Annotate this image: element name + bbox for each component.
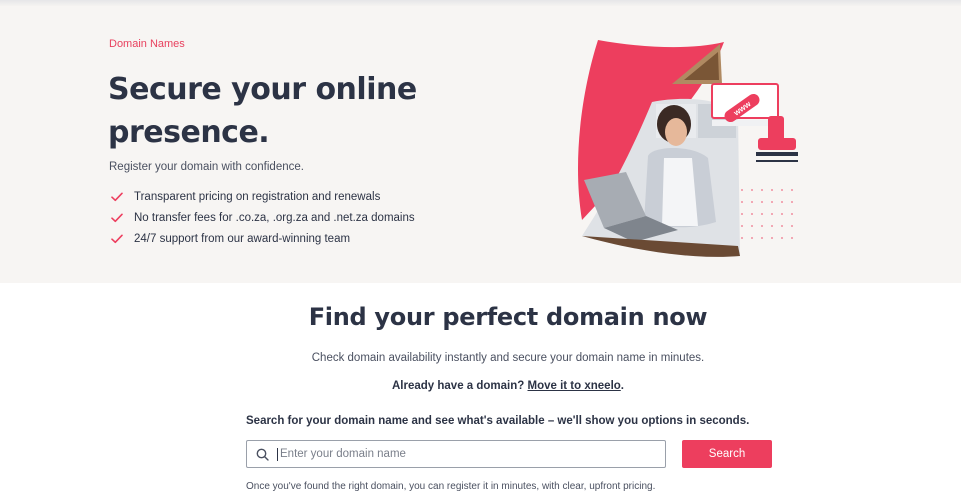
search-footnote: Once you've found the right domain, you … (246, 481, 656, 492)
transfer-link[interactable]: Move it to xneelo (528, 380, 621, 392)
feature-text: No transfer fees for .co.za, .org.za and… (134, 211, 415, 224)
feature-text: Transparent pricing on registration and … (134, 190, 381, 203)
search-icon (247, 448, 277, 461)
feature-item: 24/7 support from our award-winning team (111, 228, 415, 249)
check-icon (111, 234, 127, 244)
feature-list: Transparent pricing on registration and … (111, 186, 415, 249)
hero-illustration: www (552, 40, 802, 270)
transfer-prompt-period: . (620, 380, 624, 392)
transfer-prompt-text: Already have a domain? (392, 380, 525, 392)
feature-item: Transparent pricing on registration and … (111, 186, 415, 207)
hero-section: Domain Names Secure your online presence… (0, 6, 961, 283)
transfer-prompt: Already have a domain? Move it to xneelo… (0, 380, 961, 392)
check-icon (111, 192, 127, 202)
domain-search-input[interactable] (280, 448, 660, 460)
search-button[interactable]: Search (682, 440, 772, 468)
hero-title: Secure your online presence. (108, 72, 417, 150)
feature-item: No transfer fees for .co.za, .org.za and… (111, 207, 415, 228)
hero-subtitle: Register your domain with confidence. (109, 161, 304, 173)
finder-title: Find your perfect domain now (308, 303, 708, 331)
hero-eyebrow: Domain Names (109, 38, 185, 50)
finder-subtitle: Check domain availability instantly and … (311, 352, 705, 364)
text-caret (277, 447, 278, 461)
feature-text: 24/7 support from our award-winning team (134, 232, 351, 245)
check-icon (111, 213, 127, 223)
search-intro: Search for your domain name and see what… (246, 415, 750, 427)
domain-search-field[interactable] (246, 440, 666, 468)
